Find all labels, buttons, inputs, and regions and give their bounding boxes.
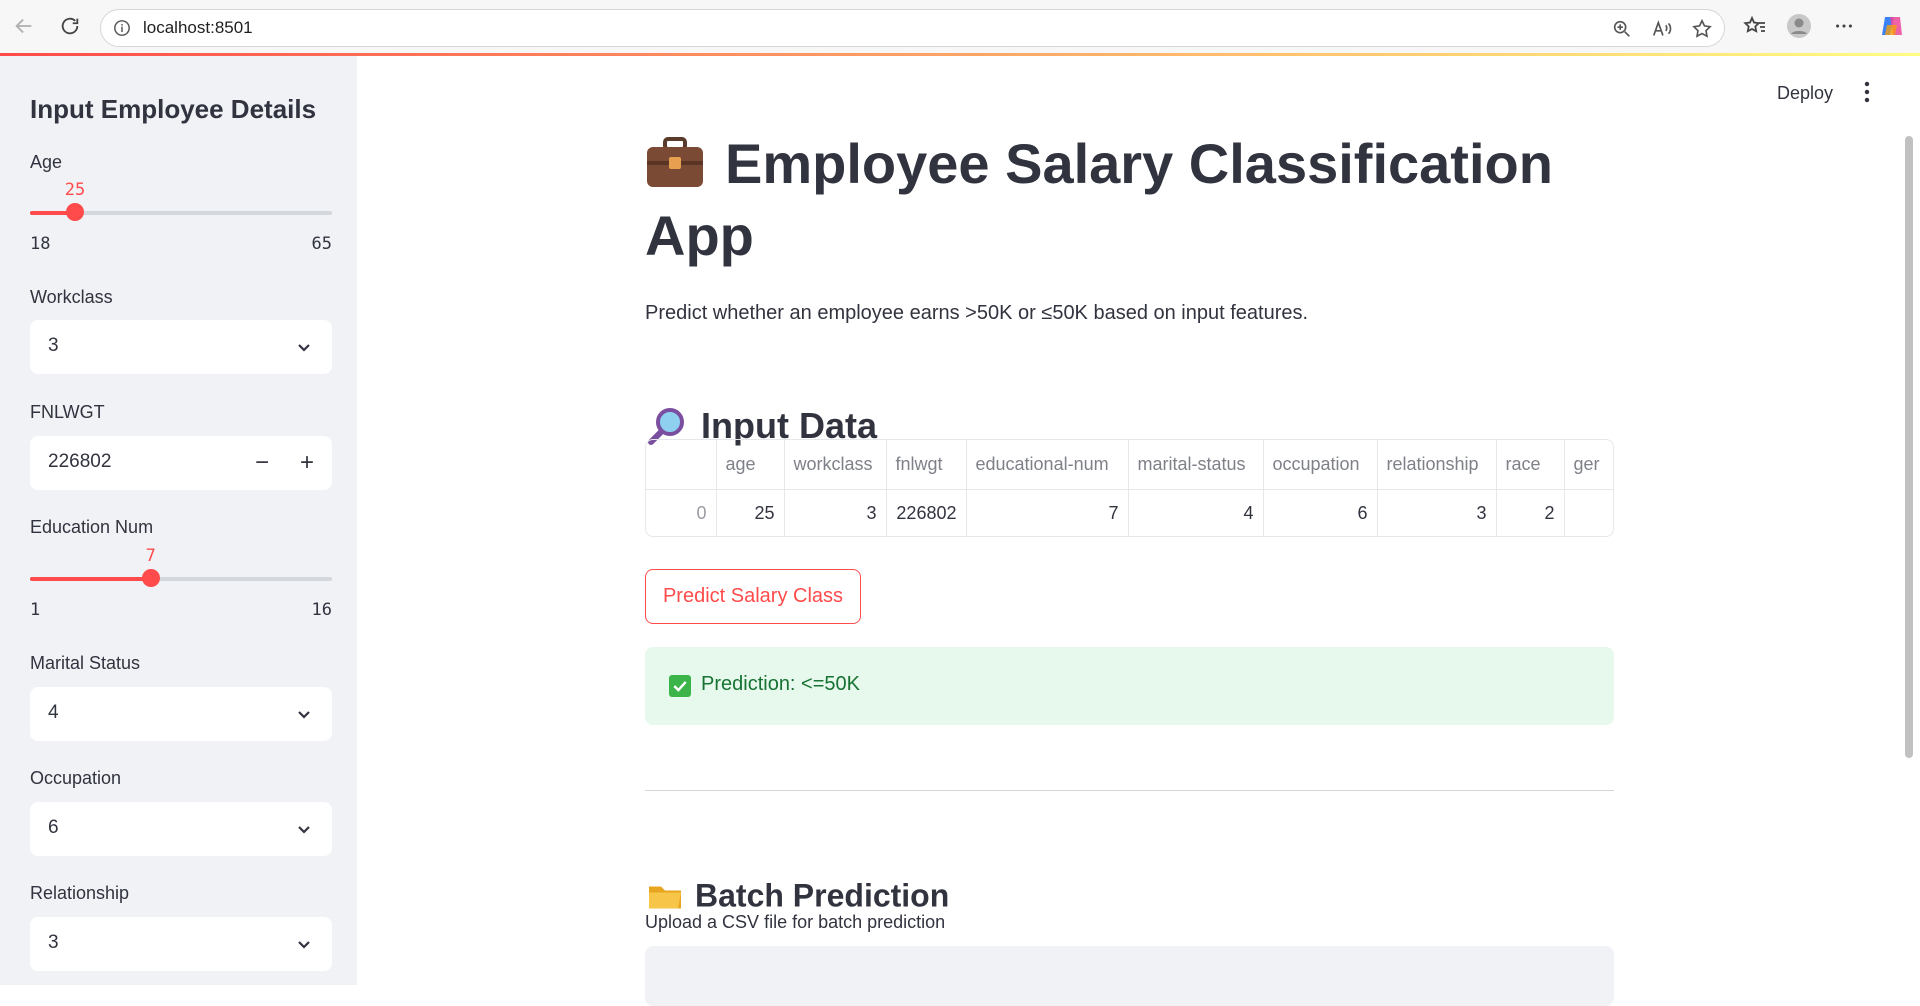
site-info-icon[interactable] xyxy=(113,19,131,37)
table-header-cell[interactable]: fnlwgt xyxy=(886,440,967,490)
prediction-text: Prediction: <=50K xyxy=(701,673,860,695)
address-bar[interactable]: localhost:8501 xyxy=(100,9,1725,47)
chevron-down-icon xyxy=(298,941,310,949)
workclass-label: Workclass xyxy=(30,287,113,307)
table-cell: 226802 xyxy=(886,489,967,536)
table-body: 0 25 3 226802 7 4 6 3 2 xyxy=(646,489,1613,536)
url-text: localhost:8501 xyxy=(143,18,253,37)
chevron-down-icon xyxy=(298,344,310,352)
profile-avatar[interactable] xyxy=(1786,13,1812,39)
more-options-icon[interactable] xyxy=(1831,13,1857,39)
occupation-label: Occupation xyxy=(30,768,122,788)
favorite-star-icon[interactable] xyxy=(1691,18,1713,40)
read-aloud-icon[interactable] xyxy=(1651,18,1673,40)
table-header-cell[interactable]: occupation xyxy=(1263,440,1378,490)
table-row: 0 25 3 226802 7 4 6 3 2 xyxy=(646,489,1613,536)
table-header-cell[interactable]: relationship xyxy=(1377,440,1497,490)
fnlwgt-label: FNLWGT xyxy=(30,402,105,422)
marital-status-value: 4 xyxy=(48,702,59,723)
table-cell: 3 xyxy=(784,489,887,536)
education-num-label: Education Num xyxy=(30,517,154,537)
table-header-cell[interactable]: ger xyxy=(1564,440,1613,490)
chevron-down-icon xyxy=(298,711,310,719)
table-header-cell[interactable]: workclass xyxy=(784,440,887,490)
refresh-icon[interactable] xyxy=(56,12,84,40)
main-menu-icon[interactable] xyxy=(1862,80,1872,104)
prediction-success-alert: Prediction: <=50K xyxy=(645,647,1614,725)
education-num-min: 1 xyxy=(30,600,41,620)
page-subtitle: Predict whether an employee earns >50K o… xyxy=(645,302,1309,324)
fnlwgt-number-input[interactable]: 226802 − + xyxy=(30,436,332,490)
batch-prediction-heading: Batch Prediction xyxy=(647,878,949,915)
input-dataframe[interactable]: age workclass fnlwgt educational-num marital… xyxy=(645,439,1614,537)
zoom-icon[interactable] xyxy=(1611,18,1633,40)
table-cell: 2 xyxy=(1496,489,1565,536)
predict-salary-button[interactable]: Predict Salary Class xyxy=(645,569,861,624)
education-num-slider-fill xyxy=(30,577,151,581)
batch-prediction-heading-text: Batch Prediction xyxy=(695,877,950,914)
table-cell: 4 xyxy=(1128,489,1264,536)
page-title: Employee Salary Classification App xyxy=(645,128,1605,272)
relationship-select[interactable]: 3 xyxy=(30,917,332,971)
age-min: 18 xyxy=(30,234,51,254)
workclass-select[interactable]: 3 xyxy=(30,320,332,374)
workclass-value: 3 xyxy=(48,335,59,356)
row-index-cell: 0 xyxy=(646,489,717,536)
table-header-row: age workclass fnlwgt educational-num marital… xyxy=(646,440,1613,490)
age-slider[interactable] xyxy=(30,203,332,221)
table-header-cell[interactable]: age xyxy=(716,440,785,490)
browser-toolbar: localhost:8501 xyxy=(0,0,1920,56)
table-cell: 6 xyxy=(1263,489,1378,536)
occupation-select[interactable]: 6 xyxy=(30,802,332,856)
upload-caption: Upload a CSV file for batch prediction xyxy=(645,912,946,932)
fnlwgt-value: 226802 xyxy=(48,451,112,472)
favorites-icon[interactable] xyxy=(1742,13,1768,39)
sidebar-title: Input Employee Details xyxy=(30,94,317,124)
sidebar: Input Employee Details Age 25 18 65 Work… xyxy=(0,56,357,985)
table-header-cell[interactable] xyxy=(646,440,717,490)
marital-status-select[interactable]: 4 xyxy=(30,687,332,741)
education-num-max: 16 xyxy=(311,600,332,620)
table-header-cell[interactable]: marital-status xyxy=(1128,440,1264,490)
copilot-icon[interactable] xyxy=(1879,13,1905,39)
decrement-button[interactable]: − xyxy=(247,448,277,478)
age-max: 65 xyxy=(311,234,332,254)
scrollbar[interactable] xyxy=(1905,136,1913,758)
age-slider-value: 25 xyxy=(64,180,86,200)
divider xyxy=(645,790,1614,791)
briefcase-icon xyxy=(647,137,703,187)
chevron-down-icon xyxy=(298,826,310,834)
table-cell: 7 xyxy=(966,489,1129,536)
relationship-value: 3 xyxy=(48,932,59,953)
relationship-label: Relationship xyxy=(30,883,130,903)
table-header-cell[interactable]: race xyxy=(1496,440,1565,490)
table-header-cell[interactable]: educational-num xyxy=(966,440,1129,490)
main-content: Deploy Employee Salary Classification Ap… xyxy=(357,56,1920,1006)
table-cell: 3 xyxy=(1377,489,1497,536)
check-mark-icon xyxy=(669,675,691,697)
back-icon[interactable] xyxy=(10,12,38,40)
education-num-slider-value: 7 xyxy=(145,546,156,566)
folder-icon xyxy=(649,886,681,908)
input-data-table: age workclass fnlwgt educational-num marital… xyxy=(646,440,1613,536)
marital-status-label: Marital Status xyxy=(30,653,141,673)
file-uploader-dropzone[interactable] xyxy=(645,946,1614,1006)
age-label: Age xyxy=(30,152,63,172)
age-slider-thumb[interactable] xyxy=(65,203,84,221)
deploy-button[interactable]: Deploy xyxy=(1777,83,1833,104)
education-num-slider-thumb[interactable] xyxy=(141,569,160,587)
table-cell: 25 xyxy=(716,489,785,536)
occupation-value: 6 xyxy=(48,817,59,838)
increment-button[interactable]: + xyxy=(292,448,322,478)
table-cell xyxy=(1564,489,1613,536)
education-num-slider[interactable] xyxy=(30,569,332,587)
page-title-text: Employee Salary Classification App xyxy=(645,132,1553,267)
